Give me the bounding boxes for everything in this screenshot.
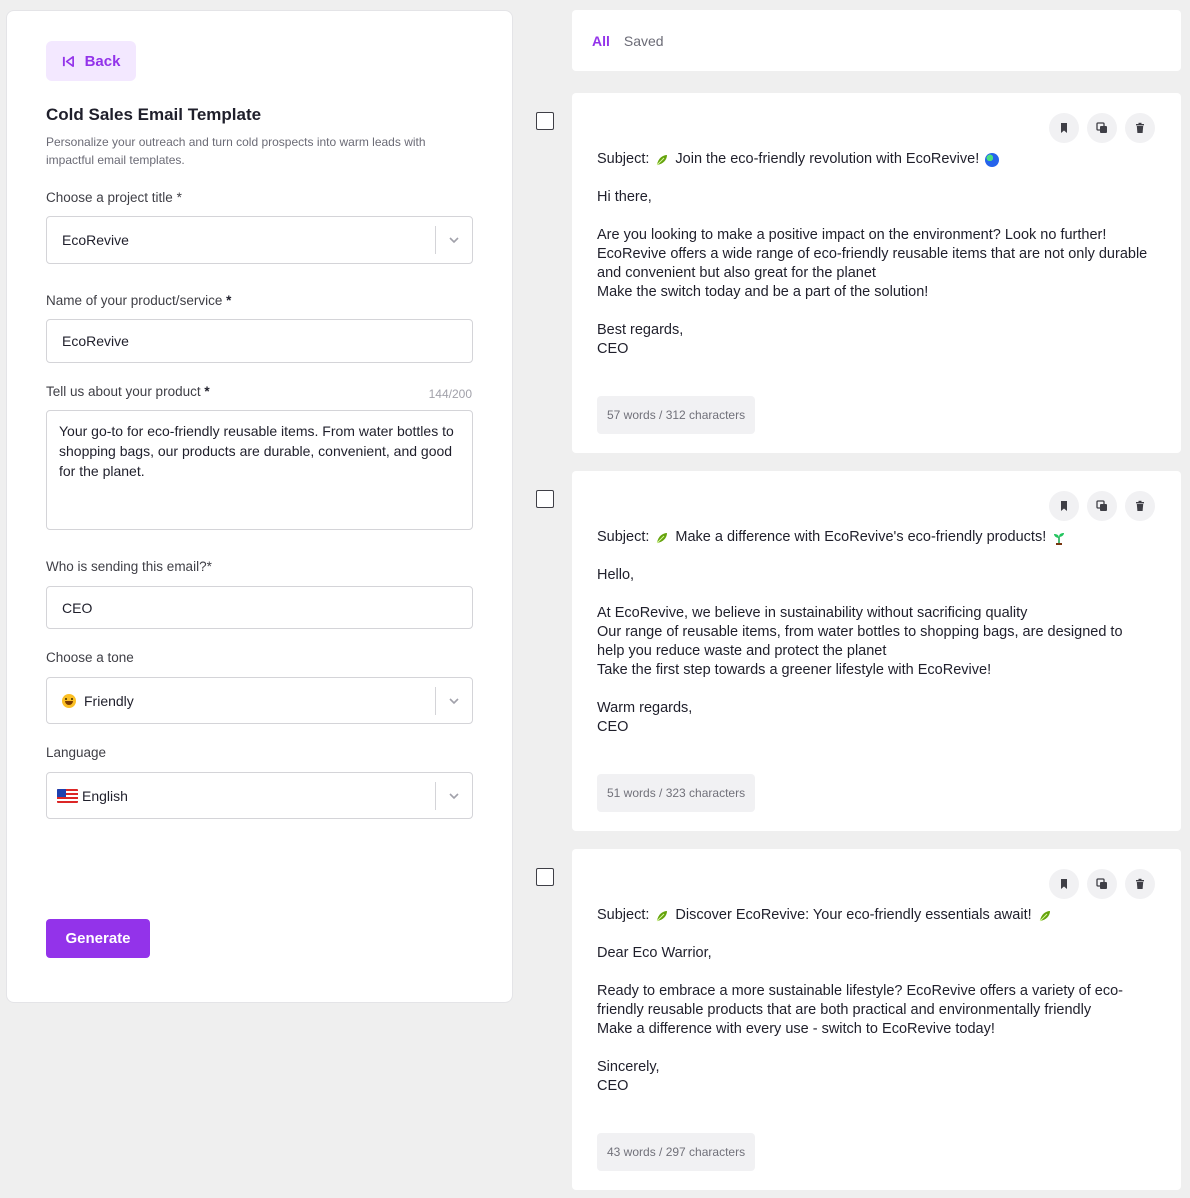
trash-icon[interactable] bbox=[1125, 113, 1155, 143]
email-line: help you reduce waste and protect the pl… bbox=[597, 643, 887, 659]
generate-button[interactable]: Generate bbox=[46, 919, 150, 958]
result-card: Subject: Discover EcoRevive: Your eco-fr… bbox=[572, 849, 1181, 1190]
chevron-down-icon[interactable] bbox=[436, 233, 472, 247]
project-title-select[interactable]: EcoRevive bbox=[46, 216, 473, 264]
email-line: EcoRevive offers a wide range of eco-fri… bbox=[597, 246, 1148, 262]
card-actions bbox=[1049, 491, 1155, 521]
email-subject: Subject: Make a difference with EcoReviv… bbox=[597, 528, 1161, 547]
email-line: Make the switch today and be a part of t… bbox=[597, 284, 929, 300]
leaf-icon bbox=[1039, 910, 1050, 921]
bookmark-icon[interactable] bbox=[1049, 869, 1079, 899]
product-name-input[interactable]: EcoRevive bbox=[46, 319, 473, 363]
email-line: and convenient but also great for the pl… bbox=[597, 265, 876, 281]
email-line bbox=[597, 207, 1161, 226]
result-checkbox[interactable] bbox=[536, 868, 554, 886]
card-actions bbox=[1049, 869, 1155, 899]
smile-emoji-icon bbox=[62, 693, 76, 708]
leaf-icon bbox=[657, 910, 668, 921]
tone-value: Friendly bbox=[84, 692, 134, 709]
page-title: Cold Sales Email Template bbox=[46, 105, 262, 124]
about-product-label: Tell us about your product * bbox=[46, 384, 210, 399]
sender-label: Who is sending this email?* bbox=[46, 559, 212, 574]
language-label: Language bbox=[46, 745, 107, 760]
email-line bbox=[597, 963, 1161, 982]
back-button[interactable]: Back bbox=[46, 41, 136, 81]
email-line: Hello, bbox=[597, 567, 635, 583]
language-select[interactable]: English bbox=[46, 772, 473, 819]
tab-all[interactable]: All bbox=[592, 33, 610, 49]
page-subtitle: Personalize your outreach and turn cold … bbox=[46, 135, 426, 167]
tab-saved[interactable]: Saved bbox=[624, 33, 664, 49]
email-line bbox=[597, 1039, 1161, 1058]
char-counter: 144/200 bbox=[428, 387, 472, 401]
copy-icon[interactable] bbox=[1087, 491, 1117, 521]
tone-label: Choose a tone bbox=[46, 650, 134, 665]
email-line bbox=[597, 585, 1161, 604]
leaf-icon bbox=[657, 532, 668, 543]
email-body: Subject: Make a difference with EcoReviv… bbox=[597, 528, 1161, 737]
tone-select[interactable]: Friendly bbox=[46, 677, 473, 724]
result-card: Subject: Join the eco-friendly revolutio… bbox=[572, 93, 1181, 453]
email-line: CEO bbox=[597, 341, 629, 357]
bookmark-icon[interactable] bbox=[1049, 491, 1079, 521]
email-body: Subject: Discover EcoRevive: Your eco-fr… bbox=[597, 906, 1161, 1096]
trash-icon[interactable] bbox=[1125, 491, 1155, 521]
bookmark-icon[interactable] bbox=[1049, 113, 1079, 143]
chevron-down-icon[interactable] bbox=[436, 789, 472, 803]
chevron-down-icon[interactable] bbox=[436, 694, 472, 708]
product-name-label: Name of your product/service * bbox=[46, 293, 232, 308]
product-name-value: EcoRevive bbox=[62, 333, 129, 349]
email-line: friendly reusable products that are both… bbox=[597, 1002, 1092, 1018]
email-subject: Subject: Join the eco-friendly revolutio… bbox=[597, 150, 1161, 169]
email-line: Hi there, bbox=[597, 189, 652, 205]
email-line bbox=[597, 680, 1161, 699]
email-line: Take the first step towards a greener li… bbox=[597, 662, 992, 678]
email-line: Make a difference with every use - switc… bbox=[597, 1021, 995, 1037]
word-count-badge: 51 words / 323 characters bbox=[597, 774, 756, 812]
word-count-badge: 57 words / 312 characters bbox=[597, 396, 756, 434]
email-line bbox=[597, 302, 1161, 321]
results-tabs: All Saved bbox=[572, 10, 1181, 71]
email-line: Are you looking to make a positive impac… bbox=[597, 227, 1107, 243]
email-line: CEO bbox=[597, 1078, 629, 1094]
globe-icon bbox=[985, 152, 1000, 167]
language-value: English bbox=[82, 787, 128, 804]
result-checkbox[interactable] bbox=[536, 112, 554, 130]
copy-icon[interactable] bbox=[1087, 113, 1117, 143]
sprout-icon bbox=[1054, 532, 1065, 545]
email-line: At EcoRevive, we believe in sustainabili… bbox=[597, 605, 1028, 621]
email-line: CEO bbox=[597, 719, 629, 735]
email-line: Ready to embrace a more sustainable life… bbox=[597, 983, 1124, 999]
back-button-label: Back bbox=[84, 52, 121, 70]
trash-icon[interactable] bbox=[1125, 869, 1155, 899]
about-product-textarea[interactable]: Your go-to for eco-friendly reusable ite… bbox=[46, 410, 473, 530]
leaf-icon bbox=[657, 154, 668, 165]
email-line: Warm regards, bbox=[597, 700, 693, 716]
sender-input[interactable]: CEO bbox=[46, 586, 473, 629]
email-line: Our range of reusable items, from water … bbox=[597, 624, 1123, 640]
project-title-value: EcoRevive bbox=[62, 232, 129, 248]
email-line: Sincerely, bbox=[597, 1059, 660, 1075]
email-subject: Subject: Discover EcoRevive: Your eco-fr… bbox=[597, 906, 1161, 925]
project-title-label: Choose a project title * bbox=[46, 190, 182, 205]
word-count-badge: 43 words / 297 characters bbox=[597, 1133, 756, 1171]
us-flag-icon bbox=[57, 788, 78, 803]
sender-value: CEO bbox=[62, 599, 93, 616]
email-line: Best regards, bbox=[597, 322, 684, 338]
email-body: Subject: Join the eco-friendly revolutio… bbox=[597, 150, 1161, 359]
email-line: Dear Eco Warrior, bbox=[597, 945, 712, 961]
copy-icon[interactable] bbox=[1087, 869, 1117, 899]
card-actions bbox=[1049, 113, 1155, 143]
result-checkbox[interactable] bbox=[536, 490, 554, 508]
result-card: Subject: Make a difference with EcoReviv… bbox=[572, 471, 1181, 831]
form-panel: Back Cold Sales Email Template Personali… bbox=[6, 10, 513, 1003]
back-to-start-icon bbox=[62, 55, 74, 67]
